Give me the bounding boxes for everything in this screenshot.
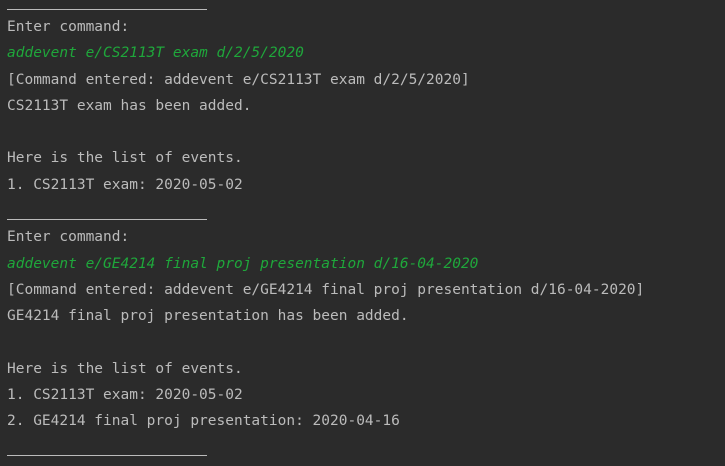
result-message: GE4214 final proj presentation has been … [7,308,409,324]
event-list-item: 2. GE4214 final proj presentation: 2020-… [7,413,400,429]
event-list-item: 1. CS2113T exam: 2020-05-02 [7,177,243,193]
console-output[interactable]: Enter command: addevent e/CS2113T exam d… [0,0,725,466]
separator-line [7,9,207,10]
separator-line [7,455,207,456]
user-input-line: addevent e/CS2113T exam d/2/5/2020 [7,45,304,61]
separator-line [7,219,207,220]
list-header: Here is the list of events. [7,150,243,166]
event-list-item: 1. CS2113T exam: 2020-05-02 [7,387,243,403]
user-input-line: addevent e/GE4214 final proj presentatio… [7,256,479,272]
command-echo: [Command entered: addevent e/GE4214 fina… [7,282,645,298]
command-echo: [Command entered: addevent e/CS2113T exa… [7,72,470,88]
prompt-text: Enter command: [7,19,130,35]
prompt-text: Enter command: [7,229,130,245]
list-header: Here is the list of events. [7,361,243,377]
result-message: CS2113T exam has been added. [7,98,252,114]
